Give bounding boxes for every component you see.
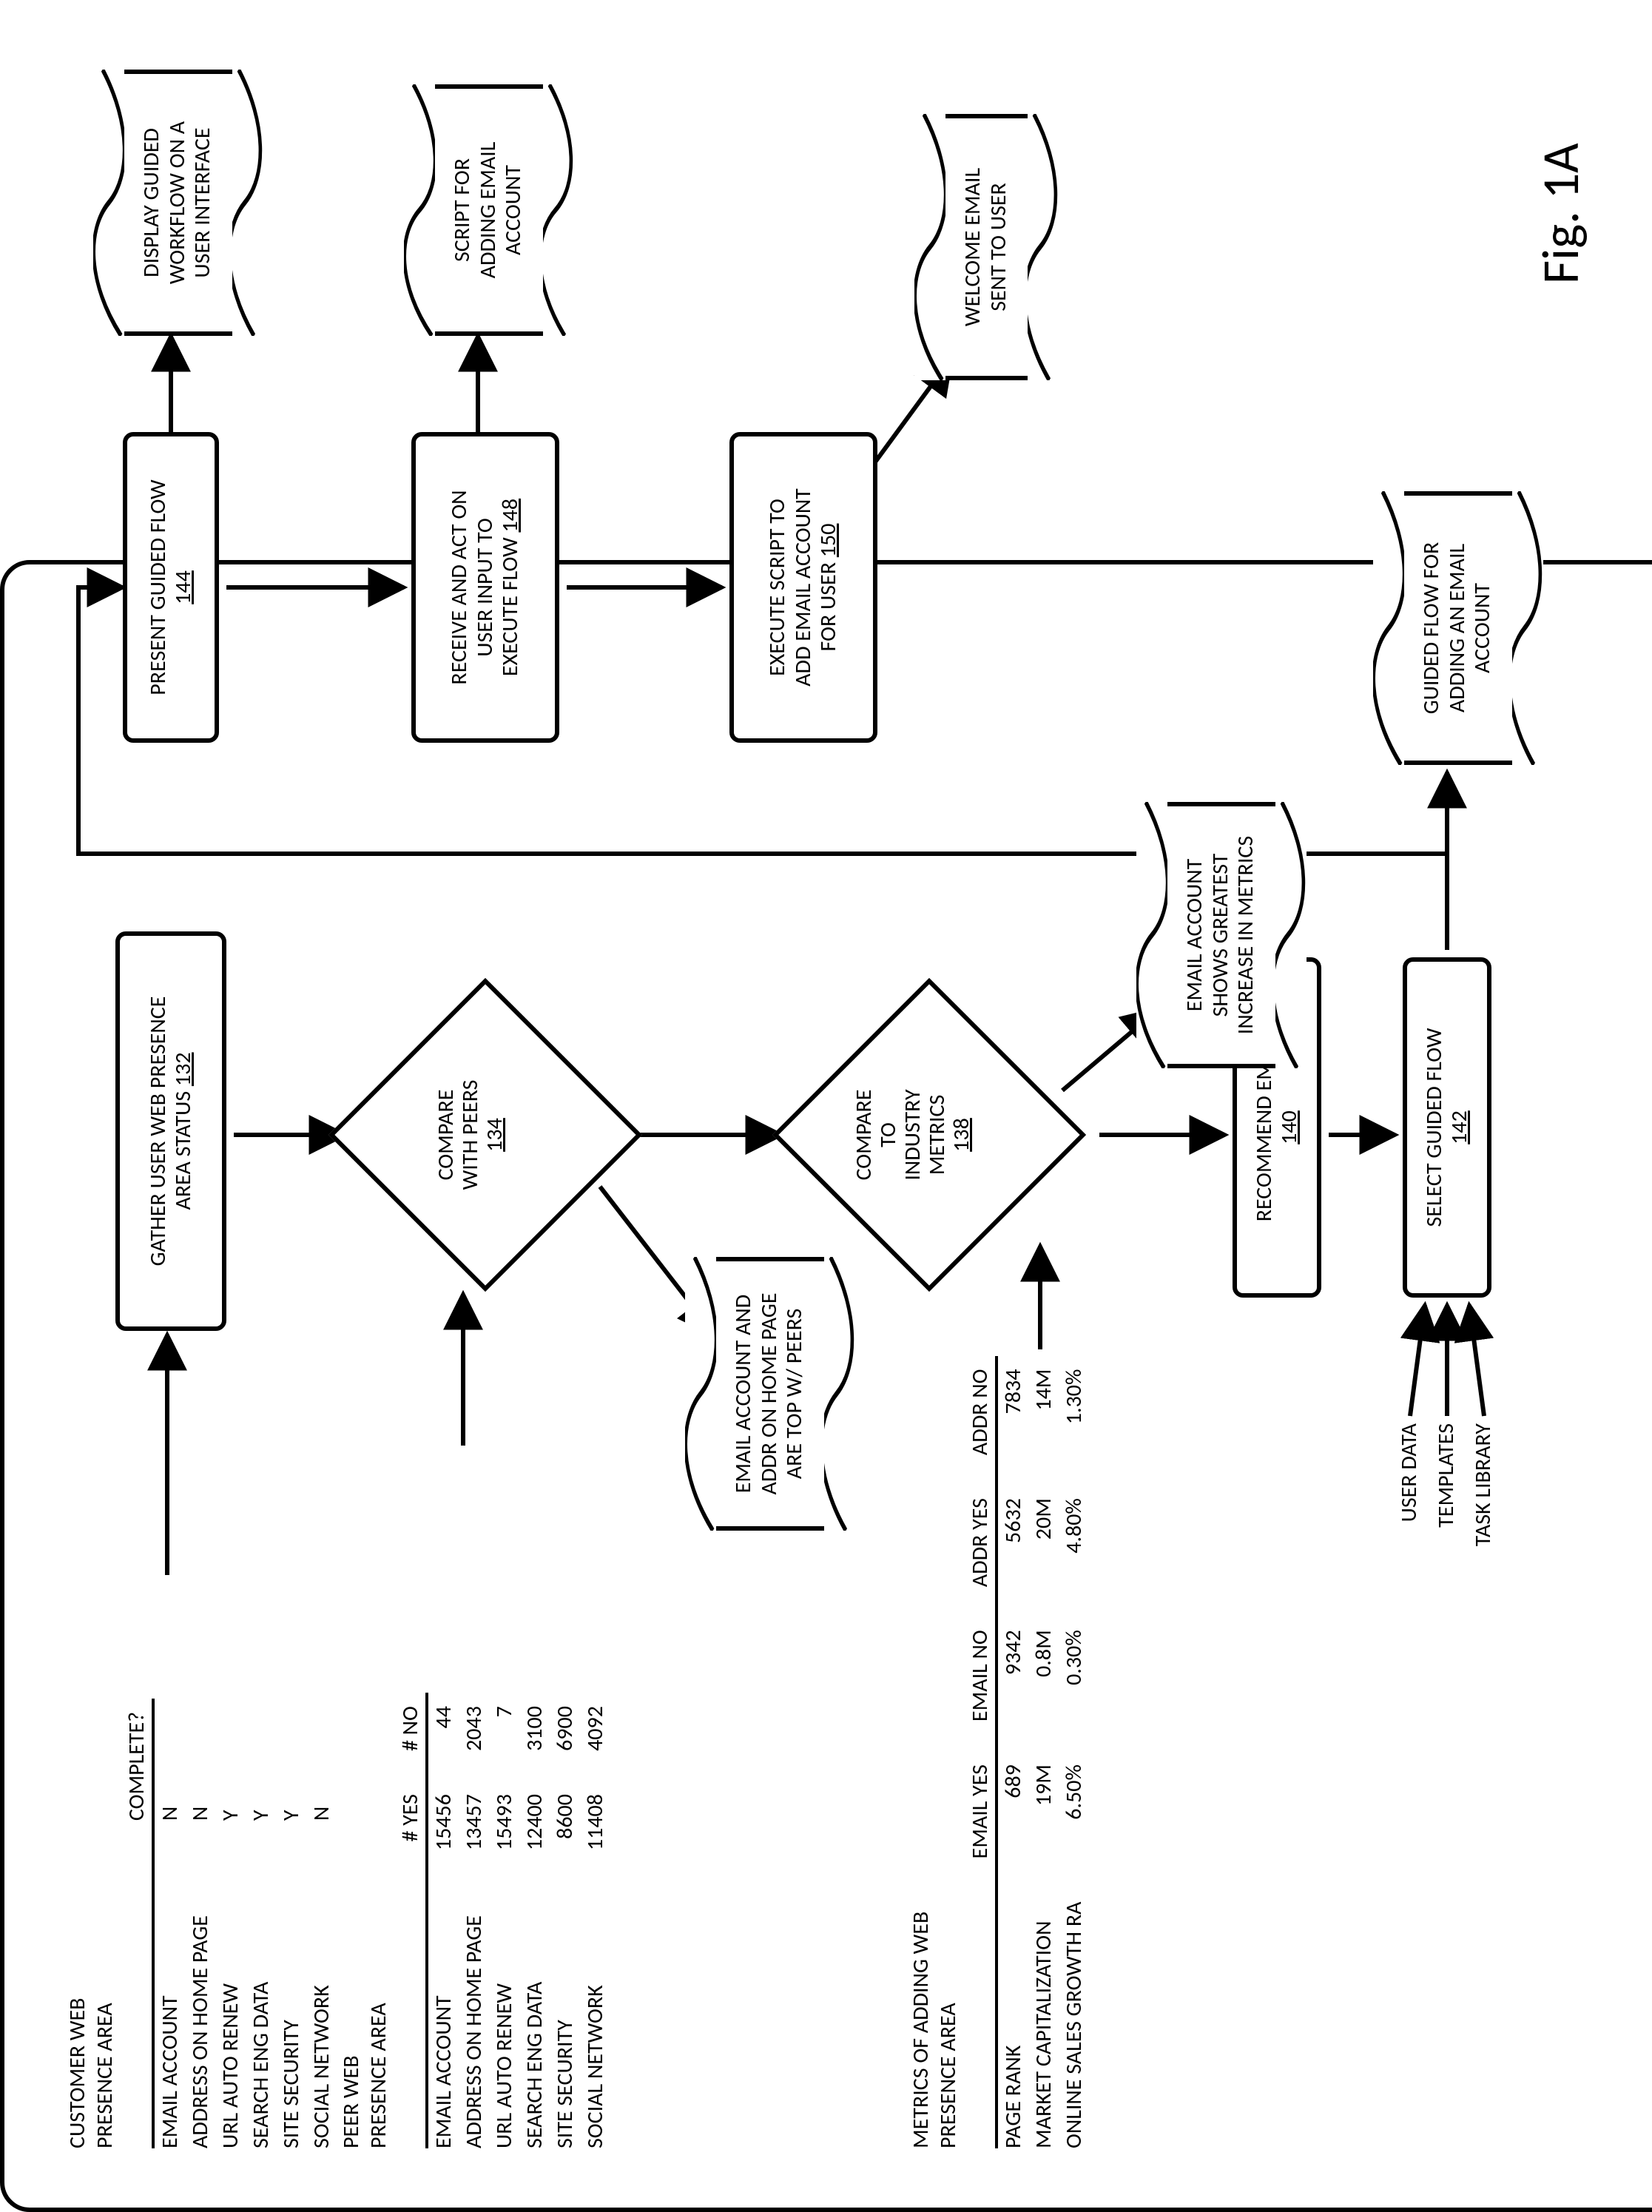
input-user-data: USER DATA bbox=[1395, 1423, 1423, 1616]
figure-label: Fig. 1A bbox=[1528, 143, 1592, 284]
table-row: EMAIL ACCOUNTN bbox=[153, 1699, 185, 2148]
display-workflow-scroll: DISPLAY GUIDED WORKFLOW ON A USER INTERF… bbox=[93, 70, 263, 336]
table-row: SOCIAL NETWORKN bbox=[306, 1699, 337, 2148]
table-row: MARKET CAPITALIZATION19M0.8M20M14M bbox=[1028, 1356, 1059, 2148]
script-scroll: SCRIPT FOR ADDING EMAIL ACCOUNT bbox=[404, 84, 574, 336]
table-row: SEARCH ENG DATA124003100 bbox=[519, 1693, 550, 2148]
guided-flow-scroll: GUIDED FLOW FOR ADDING AN EMAIL ACCOUNT bbox=[1373, 491, 1543, 765]
compare-industry-label: COMPARE TO INDUSTRY METRICS 138 bbox=[852, 1016, 974, 1253]
input-task-library: TASK LIBRARY bbox=[1469, 1423, 1497, 1616]
receive-act-box: RECEIVE AND ACT ON USER INPUT TO EXECUTE… bbox=[411, 432, 559, 743]
metrics-result-scroll: EMAIL ACCOUNT SHOWS GREATEST INCREASE IN… bbox=[1136, 802, 1307, 1068]
metrics-table: EMAIL YESEMAIL NOADDR YESADDR NO PAGE RA… bbox=[965, 1356, 1089, 2148]
table-row: SITE SECURITY86006900 bbox=[550, 1693, 580, 2148]
execute-script-box: EXECUTE SCRIPT TO ADD EMAIL ACCOUNT FOR … bbox=[729, 432, 877, 743]
table3-title: METRICS OF ADDING WEBPRESENCE AREA bbox=[907, 1912, 962, 2148]
table-row: URL AUTO RENEW154937 bbox=[489, 1693, 519, 2148]
peers-result-scroll: EMAIL ACCOUNT AND ADDR ON HOME PAGE ARE … bbox=[685, 1257, 855, 1531]
table-row: SEARCH ENG DATAY bbox=[246, 1699, 276, 2148]
table-row: URL AUTO RENEWY bbox=[215, 1699, 246, 2148]
input-templates: TEMPLATES bbox=[1432, 1423, 1460, 1616]
compare-peers-label: COMPARE WITH PEERS 134 bbox=[434, 1016, 507, 1253]
table2-title: PEER WEBPRESENCE AREA bbox=[337, 2003, 392, 2148]
welcome-scroll: WELCOME EMAIL SENT TO USER bbox=[914, 114, 1059, 380]
table-row: PAGE RANK689934256327834 bbox=[997, 1356, 1028, 2148]
table-row: SITE SECURITYY bbox=[276, 1699, 306, 2148]
present-guided-flow-box: PRESENT GUIDED FLOW 144 bbox=[123, 432, 219, 743]
table1-title: CUSTOMER WEBPRESENCE AREA bbox=[64, 1998, 118, 2148]
peer-presence-table: # YES # NO EMAIL ACCOUNT1545644ADDRESS O… bbox=[395, 1693, 610, 2148]
table-row: SOCIAL NETWORK114084092 bbox=[580, 1693, 610, 2148]
gather-status-box: GATHER USER WEB PRESENCE AREA STATUS 132 bbox=[115, 931, 226, 1331]
table-row: ONLINE SALES GROWTH RA6.50%0.30%4.80%1.3… bbox=[1059, 1356, 1089, 2148]
customer-presence-table: COMPLETE? EMAIL ACCOUNTNADDRESS ON HOME … bbox=[121, 1699, 337, 2148]
select-guided-flow-box: SELECT GUIDED FLOW 142 bbox=[1403, 957, 1491, 1298]
table-row: ADDRESS ON HOME PAGE134572043 bbox=[459, 1693, 489, 2148]
table-row: ADDRESS ON HOME PAGEN bbox=[185, 1699, 215, 2148]
table-row: EMAIL ACCOUNT1545644 bbox=[427, 1693, 459, 2148]
